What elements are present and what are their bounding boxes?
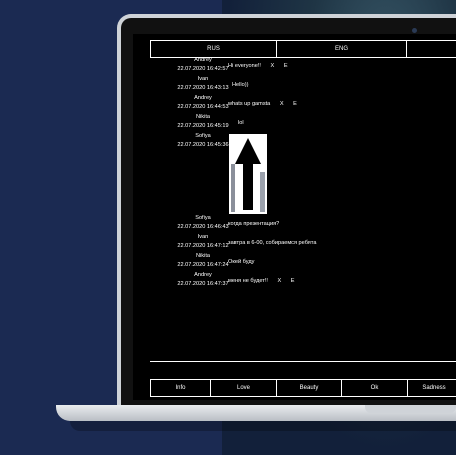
mood-sadness[interactable]: Sadness — [407, 380, 456, 396]
edit-button[interactable]: E — [284, 63, 288, 69]
up-arrow-icon — [229, 134, 267, 214]
message-author: Nikita — [196, 114, 210, 120]
message-text: Hello)) — [232, 82, 248, 88]
message-feed: Andrey 22.07.2020 16:42:57 Hi everyone!!… — [150, 56, 456, 366]
message-body: Hello)) — [232, 82, 249, 88]
laptop-notch — [365, 405, 456, 413]
message-time: 22.07.2020 16:45:19 — [177, 123, 229, 129]
lang-tab-eng[interactable]: ENG — [276, 41, 406, 57]
message-text: Окей буду — [228, 259, 254, 265]
mood-bar: Info Love Beauty Ok Sadness — [150, 379, 456, 397]
message-text: меня не будет!! X E — [228, 278, 295, 284]
image-attachment[interactable] — [229, 134, 267, 214]
delete-button[interactable]: X — [271, 63, 275, 69]
message-body: lol — [238, 120, 244, 126]
message-text: whats up gamsta X E — [228, 101, 297, 107]
laptop-screen: RUS ENG Andrey 22.07.2020 16:42:57 Hi ev… — [133, 34, 456, 400]
message-body: когда презентация? — [228, 221, 280, 227]
lang-tab-blank[interactable] — [406, 41, 456, 57]
delete-button[interactable]: X — [280, 101, 284, 107]
message-body: whats up gamsta — [228, 101, 271, 107]
message-text: lol — [238, 120, 244, 126]
lang-tab-rus[interactable]: RUS — [150, 41, 276, 57]
delete-button[interactable]: X — [278, 278, 282, 284]
message-body: завтра в 6-00, собираемся ребята — [228, 240, 317, 246]
message-body: Окей буду — [228, 259, 255, 265]
message-meta: Nikita 22.07.2020 16:45:19 — [158, 113, 248, 131]
message-body: Hi everyone!! — [228, 63, 261, 69]
message-text: Hi everyone!! X E — [228, 63, 288, 69]
message-text: завтра в 6-00, собираемся ребята — [228, 240, 316, 246]
mood-ok[interactable]: Ok — [341, 380, 407, 396]
mood-love[interactable]: Love — [210, 380, 276, 396]
message-body: меня не будет!! — [228, 278, 268, 284]
mood-beauty[interactable]: Beauty — [276, 380, 341, 396]
input-area-divider — [150, 361, 456, 362]
laptop-shadow — [70, 421, 456, 431]
mood-info[interactable]: Info — [150, 380, 210, 396]
edit-button[interactable]: E — [291, 278, 295, 284]
message-text: когда презентация? — [228, 221, 279, 227]
webcam-icon — [412, 28, 417, 33]
edit-button[interactable]: E — [293, 101, 297, 107]
